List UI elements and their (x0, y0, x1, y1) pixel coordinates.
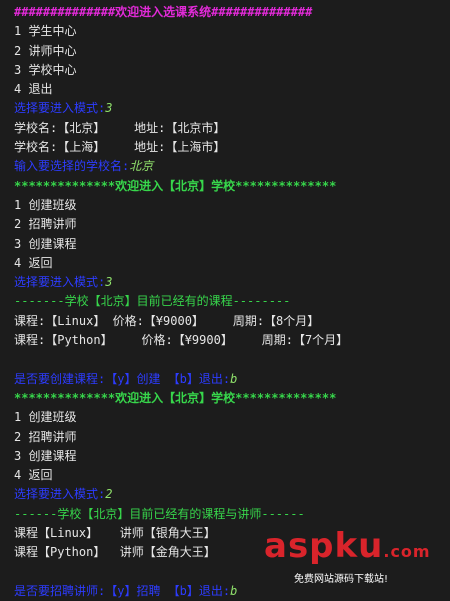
console-line-text: ##############欢迎进入选课系统############## (14, 5, 313, 19)
console-line-text: 课程【Linux】 讲师【银角大王】 (14, 526, 216, 541)
console-line-text: 4 返回 (14, 255, 53, 270)
watermark-logo-text: aspku.com (264, 528, 444, 570)
console-line-text: **************欢迎进入【北京】学校************** (14, 178, 337, 193)
console-line-text: 3 创建课程 (14, 448, 77, 463)
console-line: 2 招聘讲师 (14, 428, 444, 447)
console-input-value: 2 (105, 487, 113, 502)
console-line: 4 返回 (14, 254, 444, 273)
console-line-text: 输入要选择的学校名: (14, 159, 130, 174)
console-line: 输入要选择的学校名:北京 (14, 157, 444, 176)
console-line: **************欢迎进入【北京】学校************** (14, 389, 444, 408)
console-line-text: 3 创建课程 (14, 236, 77, 251)
console-line-text: 是否要招聘讲师:【y】招聘 【b】退出: (14, 583, 231, 598)
console-input-value: 3 (105, 275, 113, 290)
console-line-text: 选择要进入模式: (14, 275, 106, 290)
console-line-text: 是否要创建课程:【y】创建 【b】退出: (14, 371, 231, 386)
console-line: 学校名:【上海】 地址:【上海市】 (14, 138, 444, 157)
console-line-text: 1 创建班级 (14, 410, 77, 425)
console-line: 2 招聘讲师 (14, 215, 444, 234)
console-line-text: 3 学校中心 (14, 62, 77, 77)
console-input-value: 3 (105, 101, 113, 116)
console-line: -------学校【北京】目前已经有的课程-------- (14, 292, 444, 311)
console-line-text: 课程:【Linux】 价格:【¥9000】 周期:【8个月】 (14, 313, 320, 328)
watermark-subtitle: 免费网站源码下载站! (294, 574, 389, 585)
console-line-text: 学校名:【北京】 地址:【北京市】 (14, 120, 226, 135)
console-line: 选择要进入模式:2 (14, 485, 444, 504)
console-line: **************欢迎进入【北京】学校************** (14, 177, 444, 196)
console-line-text: 4 返回 (14, 468, 53, 483)
console-line: 3 创建课程 (14, 235, 444, 254)
watermark-logo: aspku.com 免费网站源码下载站! (264, 528, 444, 585)
console-line-text: 课程:【Python】 价格:【¥9900】 周期:【7个月】 (14, 333, 349, 348)
console-line-text: 4 退出 (14, 82, 53, 97)
console-line-text: 1 学生中心 (14, 24, 77, 39)
console-line-text: 2 招聘讲师 (14, 429, 77, 444)
console-line-text: **************欢迎进入【北京】学校************** (14, 390, 337, 405)
console-line: 是否要创建课程:【y】创建 【b】退出:b (14, 370, 444, 389)
console-line-text: 选择要进入模式: (14, 101, 106, 116)
console-input-value: 北京 (129, 159, 154, 174)
watermark-logo-part1: asp (264, 526, 335, 566)
console-input-value: b (230, 371, 238, 386)
console-line: 1 创建班级 (14, 196, 444, 215)
watermark-logo-part2: ku (334, 526, 384, 566)
console-line: ------学校【北京】目前已经有的课程与讲师------ (14, 505, 444, 524)
console-input-value: b (230, 583, 238, 598)
console-line: 学校名:【北京】 地址:【北京市】 (14, 119, 444, 138)
console-line: 课程:【Python】 价格:【¥9900】 周期:【7个月】 (14, 331, 444, 350)
console-line-text: 选择要进入模式: (14, 487, 106, 502)
console-output: ##############欢迎进入选课系统############## 1 学生… (14, 3, 444, 601)
console-line-text: 学校名:【上海】 地址:【上海市】 (14, 140, 226, 155)
console-line: 1 创建班级 (14, 408, 444, 427)
watermark-logo-part3: .com (383, 542, 431, 561)
console-line: 4 退出 (14, 80, 444, 99)
console-line-text: 2 招聘讲师 (14, 217, 77, 232)
console-line: 3 创建课程 (14, 447, 444, 466)
console-line: 2 讲师中心 (14, 42, 444, 61)
console-line: 选择要进入模式:3 (14, 273, 444, 292)
console-line: 4 返回 (14, 466, 444, 485)
console-line-text: 2 讲师中心 (14, 43, 77, 58)
console-line: 课程:【Linux】 价格:【¥9000】 周期:【8个月】 (14, 312, 444, 331)
console-line: ##############欢迎进入选课系统############## (14, 3, 444, 22)
console-line-text: 1 创建班级 (14, 197, 77, 212)
console-line-text: 课程【Python】 讲师【金角大王】 (14, 545, 216, 560)
console-line: 3 学校中心 (14, 61, 444, 80)
console-line-text: ------学校【北京】目前已经有的课程与讲师------ (14, 506, 305, 521)
console-line: 1 学生中心 (14, 22, 444, 41)
console-line: 选择要进入模式:3 (14, 99, 444, 118)
console-line-text: -------学校【北京】目前已经有的课程-------- (14, 294, 291, 309)
